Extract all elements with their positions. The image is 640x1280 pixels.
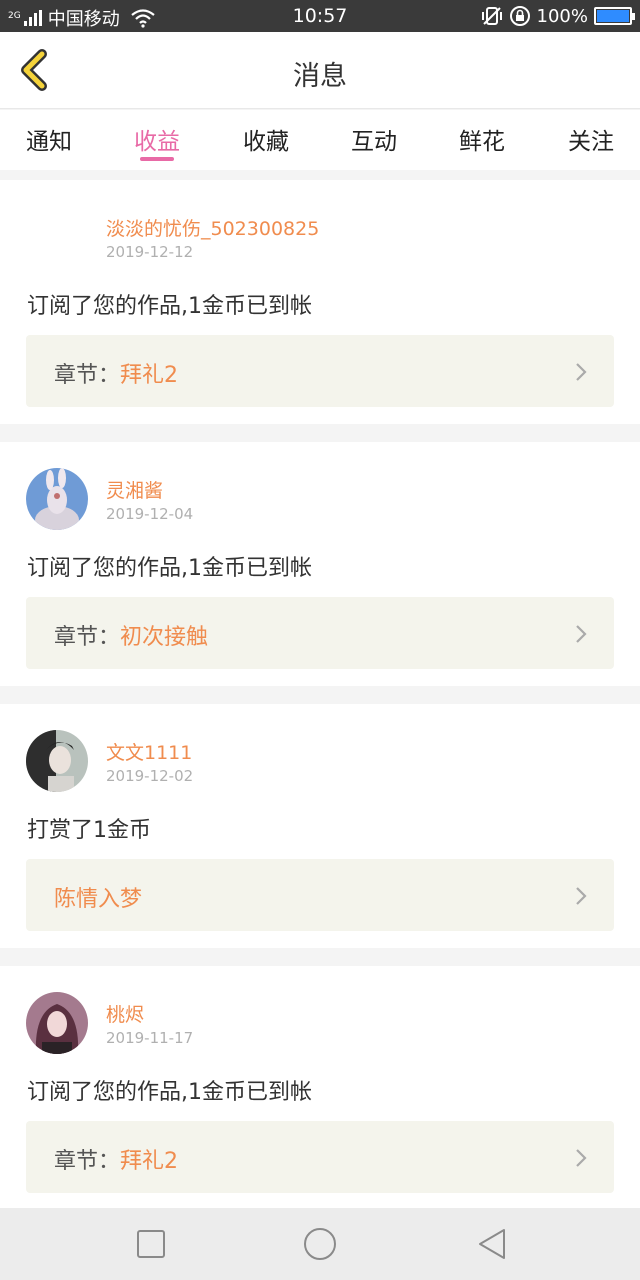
- user-name[interactable]: 灵湘酱: [106, 476, 163, 503]
- active-tab-indicator: [140, 157, 174, 161]
- avatar-image: [26, 468, 88, 530]
- chapter-text: 章节：初次接触: [54, 619, 208, 651]
- page-title: 消息: [293, 61, 347, 92]
- user-name[interactable]: 淡淡的忧伤_502300825: [106, 214, 319, 241]
- message-date: 2019-12-02: [106, 767, 194, 785]
- battery-percent: 100%: [536, 5, 588, 27]
- chapter-text: 章节：拜礼2: [54, 1143, 178, 1175]
- chapter-title: 拜礼2: [120, 363, 179, 388]
- message-card: 文文1111 2019-12-02 打赏了1金币 陈情入梦: [0, 704, 640, 948]
- chapter-title: 拜礼2: [120, 1149, 179, 1174]
- tab-follows[interactable]: 关注: [551, 122, 631, 156]
- chapter-label: 章节：: [54, 625, 121, 650]
- message-text: 订阅了您的作品,1金币已到帐: [27, 1080, 312, 1105]
- tab-favorites[interactable]: 收藏: [226, 122, 306, 156]
- header: 消息: [0, 32, 640, 109]
- chapter-link[interactable]: 章节：拜礼2: [26, 335, 614, 407]
- tab-notice[interactable]: 通知: [9, 122, 89, 156]
- message-card: 桃烬 2019-11-17 订阅了您的作品,1金币已到帐 章节：拜礼2: [0, 966, 640, 1208]
- status-right: 100%: [481, 5, 635, 27]
- system-nav-bar: [0, 1208, 640, 1280]
- chapter-label: 章节：: [54, 363, 121, 388]
- vibrate-icon: [481, 7, 502, 25]
- message-date: 2019-12-12: [106, 243, 194, 261]
- work-link[interactable]: 陈情入梦: [26, 859, 614, 931]
- rotation-lock-icon: [509, 6, 530, 26]
- circle-icon[interactable]: [302, 1226, 338, 1262]
- avatar[interactable]: [26, 992, 88, 1054]
- square-icon[interactable]: [133, 1226, 169, 1262]
- work-title: 陈情入梦: [54, 887, 143, 912]
- work-text: 陈情入梦: [54, 881, 142, 913]
- chapter-link[interactable]: 章节：初次接触: [26, 597, 614, 669]
- message-text: 打赏了1金币: [27, 818, 151, 843]
- message-text: 订阅了您的作品,1金币已到帐: [27, 294, 312, 319]
- user-name[interactable]: 桃烬: [106, 1000, 144, 1027]
- message-card: 灵湘酱 2019-12-04 订阅了您的作品,1金币已到帐 章节：初次接触: [0, 442, 640, 686]
- tab-earnings[interactable]: 收益: [117, 122, 197, 156]
- triangle-back-icon[interactable]: [474, 1226, 510, 1262]
- chevron-right-icon: [576, 363, 587, 381]
- chapter-text: 章节：拜礼2: [54, 357, 178, 389]
- avatar-image: [26, 992, 88, 1054]
- tab-flowers[interactable]: 鲜花: [442, 122, 522, 156]
- user-name[interactable]: 文文1111: [106, 738, 192, 765]
- chevron-right-icon: [576, 887, 587, 905]
- chevron-right-icon: [576, 1149, 587, 1167]
- message-date: 2019-12-04: [106, 505, 194, 523]
- chapter-title: 初次接触: [120, 625, 209, 650]
- chevron-right-icon: [576, 625, 587, 643]
- battery-fill: [597, 10, 629, 22]
- avatar[interactable]: [26, 730, 88, 792]
- chapter-label: 章节：: [54, 1149, 121, 1174]
- avatar[interactable]: [26, 468, 88, 530]
- tab-interactions[interactable]: 互动: [334, 122, 414, 156]
- message-card: 淡淡的忧伤_502300825 2019-12-12 订阅了您的作品,1金币已到…: [0, 180, 640, 424]
- message-text: 订阅了您的作品,1金币已到帐: [27, 556, 312, 581]
- avatar-image: [26, 730, 88, 792]
- battery-icon: [594, 7, 635, 25]
- message-date: 2019-11-17: [106, 1029, 194, 1047]
- chapter-link[interactable]: 章节：拜礼2: [26, 1121, 614, 1193]
- tab-bar: 通知 收益 收藏 互动 鲜花 关注: [0, 110, 640, 170]
- status-bar: 2G 中国移动 10:57 100%: [0, 0, 640, 32]
